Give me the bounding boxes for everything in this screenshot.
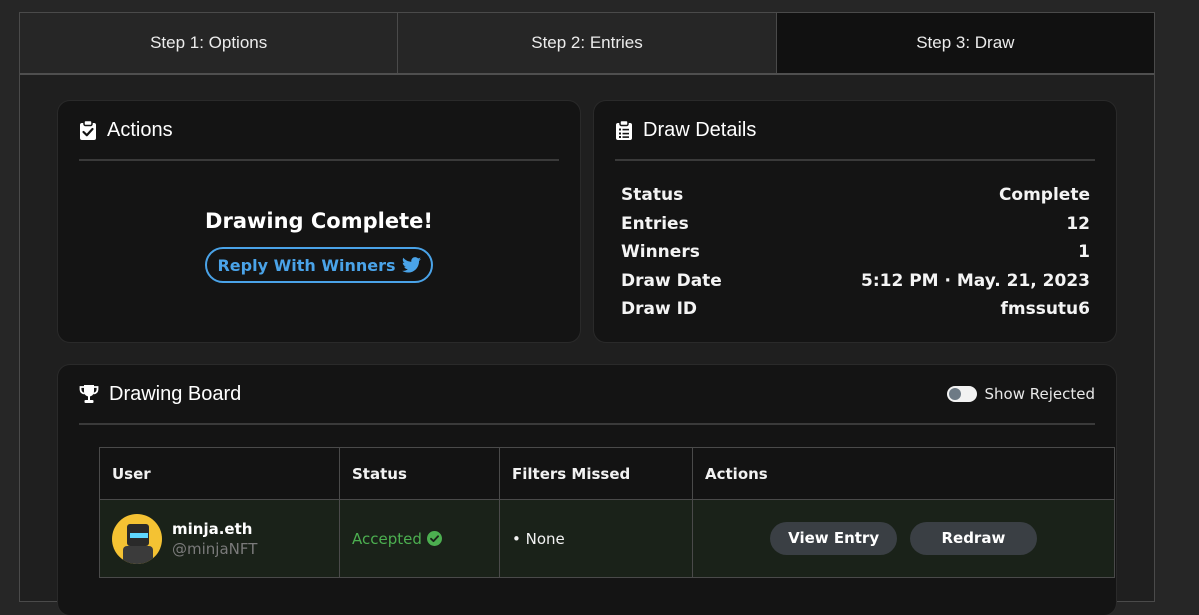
- tab-step-options[interactable]: Step 1: Options: [20, 13, 399, 73]
- column-header-actions: Actions: [692, 447, 1115, 500]
- trophy-icon: [79, 384, 99, 404]
- column-header-filters-missed: Filters Missed: [499, 447, 693, 500]
- show-rejected-control: Show Rejected: [946, 385, 1096, 403]
- tab-label: Step 1: Options: [150, 33, 268, 52]
- detail-row-draw-date: Draw Date 5:12 PM · May. 21, 2023: [621, 267, 1090, 296]
- twitter-icon: [401, 257, 421, 273]
- detail-label: Winners: [621, 242, 700, 263]
- detail-row-entries: Entries 12: [621, 210, 1090, 239]
- clipboard-check-icon: [79, 120, 97, 140]
- draw-details-list: Status Complete Entries 12 Winners 1 Dra…: [594, 161, 1116, 324]
- detail-row-draw-id: Draw ID fmssutu6: [621, 295, 1090, 324]
- drawing-board-title-group: Drawing Board: [79, 383, 241, 406]
- table-row: minja.eth @minjaNFT Accepted • None View…: [99, 499, 1115, 578]
- tab-step-entries[interactable]: Step 2: Entries: [398, 13, 777, 73]
- detail-value: Complete: [998, 185, 1090, 206]
- toggle-knob: [948, 388, 961, 400]
- avatar: [112, 513, 162, 564]
- detail-value: 12: [1066, 213, 1090, 234]
- detail-label: Draw ID: [621, 299, 698, 320]
- entries-table: User Status Filters Missed Actions minja…: [99, 447, 1115, 578]
- detail-row-status: Status Complete: [621, 181, 1090, 210]
- drawing-board-title: Drawing Board: [109, 382, 242, 405]
- table-header-row: User Status Filters Missed Actions: [99, 447, 1115, 500]
- detail-label: Entries: [621, 213, 689, 234]
- draw-details-title: Draw Details: [643, 118, 757, 141]
- draw-details-header: Draw Details: [615, 101, 1095, 161]
- tab-label: Step 2: Entries: [531, 33, 643, 52]
- actions-cell: View Entry Redraw: [692, 499, 1115, 578]
- detail-row-winners: Winners 1: [621, 238, 1090, 267]
- reply-with-winners-button[interactable]: Reply With Winners: [205, 247, 433, 283]
- tab-label: Step 3: Draw: [916, 33, 1015, 52]
- actions-header: Actions: [79, 101, 559, 161]
- redraw-button[interactable]: Redraw: [909, 522, 1037, 555]
- tab-step-draw[interactable]: Step 3: Draw: [776, 13, 1154, 73]
- draw-details-card: Draw Details Status Complete Entries 12 …: [594, 101, 1116, 342]
- clipboard-list-icon: [615, 120, 633, 140]
- step-tabs: Step 1: Options Step 2: Entries Step 3: …: [20, 13, 1154, 75]
- detail-value: 1: [1078, 242, 1090, 263]
- view-entry-button[interactable]: View Entry: [770, 522, 898, 555]
- user-handle: @minjaNFT: [172, 539, 258, 558]
- actions-card: Actions Drawing Complete! Reply With Win…: [58, 101, 580, 342]
- check-circle-icon: [426, 531, 442, 546]
- detail-value: 5:12 PM · May. 21, 2023: [861, 270, 1090, 291]
- show-rejected-label: Show Rejected: [984, 385, 1096, 403]
- filters-missed-cell: • None: [499, 499, 693, 578]
- status-cell: Accepted: [339, 499, 500, 578]
- drawing-board-header: Drawing Board Show Rejected: [79, 365, 1095, 425]
- drawing-complete-heading: Drawing Complete!: [205, 209, 433, 233]
- status-badge: Accepted: [352, 530, 442, 548]
- detail-value: fmssutu6: [1000, 299, 1090, 320]
- actions-title: Actions: [107, 118, 173, 141]
- column-header-status: Status: [339, 447, 500, 500]
- user-name: minja.eth: [172, 519, 253, 538]
- drawing-board-card: Drawing Board Show Rejected User Status …: [58, 365, 1116, 615]
- user-cell: minja.eth @minjaNFT: [99, 499, 340, 578]
- detail-label: Status: [621, 185, 684, 206]
- show-rejected-toggle[interactable]: [946, 386, 977, 402]
- status-text: Accepted: [352, 529, 422, 548]
- reply-button-label: Reply With Winners: [217, 255, 396, 275]
- detail-label: Draw Date: [621, 270, 722, 291]
- column-header-user: User: [99, 447, 340, 500]
- draw-wizard: Step 1: Options Step 2: Entries Step 3: …: [19, 12, 1155, 615]
